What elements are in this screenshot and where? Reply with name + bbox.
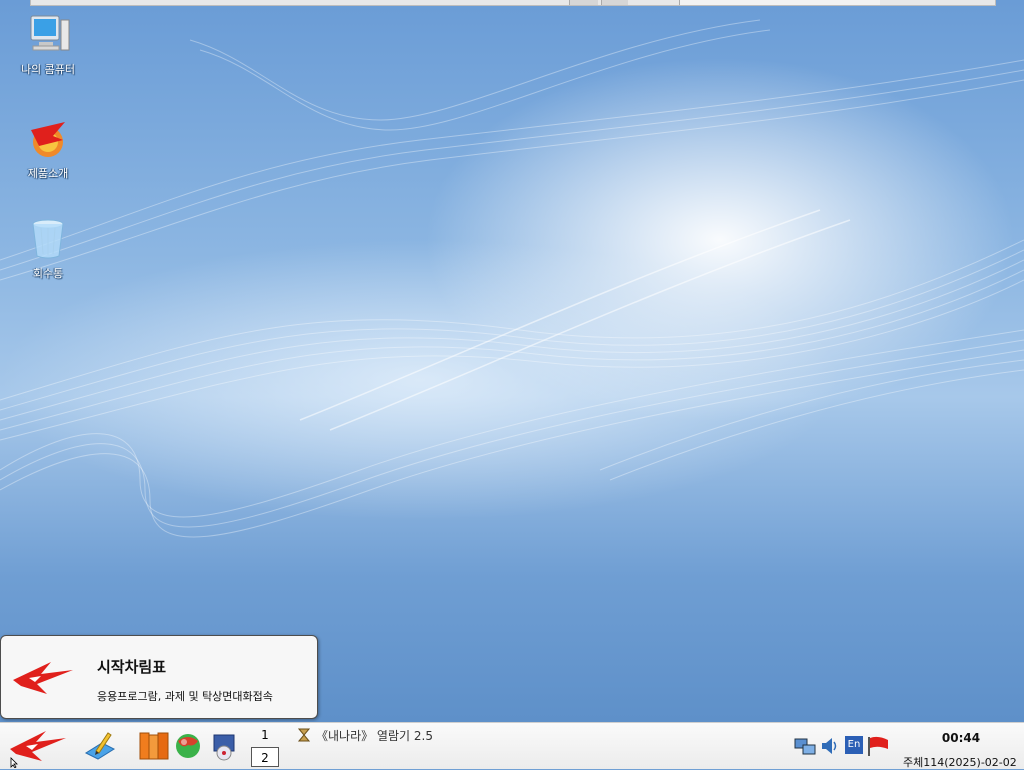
media-player-icon [213, 734, 235, 761]
recycle-bin-icon [32, 219, 64, 259]
wave-wallpaper [0, 19, 1024, 538]
edit-tool-icon [84, 732, 116, 760]
start-menu-description: 응용프로그람, 과제 및 탁상면대화접속 [97, 690, 273, 703]
desktop-icon-my-computer[interactable]: 나의 콤퓨터 [8, 12, 88, 77]
desktop-background: 나의 콤퓨터 제품소개 회수통 [0, 0, 1024, 722]
start-menu-tooltip: 시작차림표 응용프로그람, 과제 및 탁상면대화접속 [0, 635, 318, 719]
launcher-books[interactable] [138, 729, 170, 765]
hourglass-icon [297, 727, 311, 742]
network-tray[interactable] [794, 735, 816, 761]
workspace-2[interactable]: 2 [251, 747, 279, 767]
network-icon [794, 738, 816, 755]
volume-tray[interactable] [820, 735, 840, 761]
desktop-icon-product-intro[interactable]: 제품소개 [8, 116, 88, 181]
task-button-browser[interactable]: 《내나라》 열람기 2.5 [316, 727, 433, 744]
desktop-icon-label: 제품소개 [27, 167, 69, 180]
globe-browser-icon [176, 734, 200, 758]
red-star-logo-icon [13, 662, 73, 694]
launcher-edit-tool[interactable] [84, 729, 116, 765]
desktop-icon-label: 회수통 [32, 267, 64, 280]
flag-icon [868, 736, 888, 756]
start-menu-title: 시작차림표 [97, 658, 167, 676]
window-edge-remnant [30, 0, 996, 6]
mouse-cursor-icon [10, 757, 18, 768]
workspace-1[interactable]: 1 [251, 725, 279, 745]
volume-icon [822, 738, 837, 754]
clock[interactable]: 00:44 [928, 731, 994, 745]
books-icon [139, 732, 169, 760]
taskbar: 1 2 《내나라》 열람기 2.5 En 00:44 주체114(2025)-0… [0, 722, 1024, 769]
computer-icon [30, 15, 70, 51]
desktop-icon-recycle-bin[interactable]: 회수통 [8, 216, 88, 281]
desktop-icon-label: 나의 콤퓨터 [20, 63, 76, 76]
launcher-browser[interactable] [174, 729, 202, 765]
launcher-media-player[interactable] [210, 729, 238, 765]
flag-tray[interactable] [866, 735, 890, 761]
product-intro-icon [31, 122, 65, 157]
input-method-en-icon[interactable]: En [845, 736, 863, 754]
